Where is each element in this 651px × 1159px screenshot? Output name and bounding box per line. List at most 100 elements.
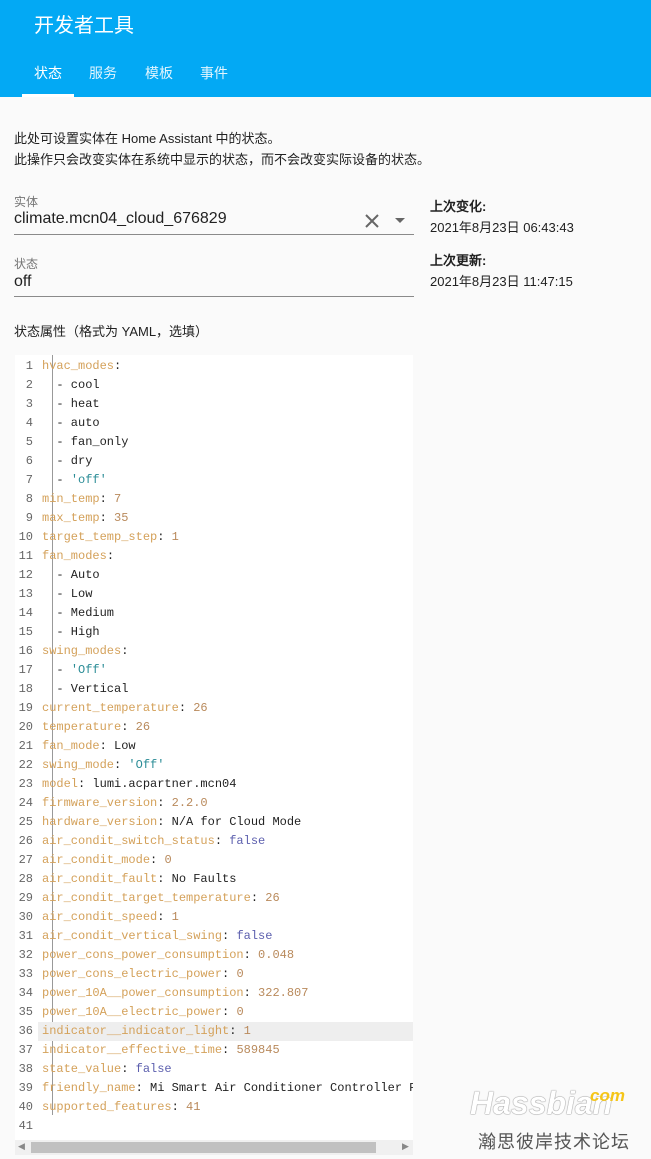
code-line[interactable]: 38 state_value: false <box>15 1060 413 1079</box>
code-line[interactable]: 10 target_temp_step: 1 <box>15 528 413 547</box>
yaml-text: - <box>42 663 71 677</box>
yaml-key: supported_features <box>42 1100 172 1114</box>
code-line[interactable]: 24 firmware_version: 2.2.0 <box>15 794 413 813</box>
code-line[interactable]: 30 air_condit_speed: 1 <box>15 908 413 927</box>
close-icon[interactable] <box>364 213 380 229</box>
code-line[interactable]: 12 - Auto <box>15 566 413 585</box>
yaml-text: - High <box>42 625 100 639</box>
entity-underline <box>14 234 414 235</box>
code-line[interactable]: 13 - Low <box>15 585 413 604</box>
yaml-text: : <box>121 720 136 734</box>
code-line[interactable]: 37 indicator__effective_time: 589845 <box>15 1041 413 1060</box>
code-line[interactable]: 33 power_cons_electric_power: 0 <box>15 965 413 984</box>
code-line[interactable]: 35 power_10A__electric_power: 0 <box>15 1003 413 1022</box>
yaml-text: : N/A for Cloud Mode <box>157 815 302 829</box>
code-line[interactable]: 18 - Vertical <box>15 680 413 699</box>
yaml-boolean: false <box>236 929 273 943</box>
code-line[interactable]: 4 - auto <box>15 414 413 433</box>
code-line[interactable]: 17 - 'Off' <box>15 661 413 680</box>
tab-state[interactable]: 状态 <box>34 63 62 83</box>
code-line[interactable]: 8 min_temp: 7 <box>15 490 413 509</box>
yaml-text: : <box>222 1043 237 1057</box>
yaml-text: : Mi Smart Air Conditioner Controller Pr <box>135 1081 413 1095</box>
tab-services[interactable]: 服务 <box>89 63 117 83</box>
code-line[interactable]: 7 - 'off' <box>15 471 413 490</box>
yaml-text: - auto <box>42 416 100 430</box>
line-number: 18 <box>18 682 33 696</box>
code-line[interactable]: 22 swing_mode: 'Off' <box>15 756 413 775</box>
yaml-number: 7 <box>114 492 122 506</box>
last-updated-value: 2021年8月23日 11:47:15 <box>430 274 573 289</box>
code-line[interactable]: 3 - heat <box>15 395 413 414</box>
code-line[interactable]: 2 - cool <box>15 376 413 395</box>
tab-events[interactable]: 事件 <box>200 63 228 83</box>
line-content: power_cons_electric_power: 0 <box>42 965 244 984</box>
yaml-key: swing_mode <box>42 758 115 772</box>
line-content: - Auto <box>42 566 99 585</box>
code-line[interactable]: 1 hvac_modes: <box>15 357 413 376</box>
code-line[interactable]: 14 - Medium <box>15 604 413 623</box>
last-changed-value: 2021年8月23日 06:43:43 <box>430 220 574 235</box>
code-line[interactable]: 36 indicator__indicator_light: 1 <box>15 1022 413 1041</box>
code-line[interactable]: 15 - High <box>15 623 413 642</box>
watermark-suffix: com <box>590 1086 625 1105</box>
line-content: air_condit_fault: No Faults <box>42 870 236 889</box>
yaml-text: : <box>222 929 237 943</box>
code-line[interactable]: 6 - dry <box>15 452 413 471</box>
scrollbar-thumb[interactable] <box>31 1142 376 1153</box>
code-line[interactable]: 31 air_condit_vertical_swing: false <box>15 927 413 946</box>
line-content: fan_mode: Low <box>42 737 136 756</box>
scroll-left-arrow-icon[interactable]: ◀ <box>18 1141 25 1152</box>
yaml-text: : <box>99 492 115 506</box>
line-number: 15 <box>18 625 33 639</box>
yaml-number: 1 <box>171 910 179 924</box>
yaml-text: : <box>157 530 172 544</box>
line-number: 39 <box>18 1081 33 1095</box>
code-line[interactable]: 41 <box>15 1117 413 1136</box>
yaml-key: fan_mode <box>42 739 100 753</box>
line-number: 9 <box>25 511 33 525</box>
code-line[interactable]: 11 fan_modes: <box>15 547 413 566</box>
code-line[interactable]: 32 power_cons_power_consumption: 0.048 <box>15 946 413 965</box>
caret-down-icon[interactable] <box>395 218 405 224</box>
code-line[interactable]: 21 fan_mode: Low <box>15 737 413 756</box>
code-line[interactable]: 34 power_10A__power_consumption: 322.807 <box>15 984 413 1003</box>
yaml-number: 0 <box>164 853 172 867</box>
yaml-key: air_condit_target_temperature <box>42 891 251 905</box>
yaml-number: 0 <box>236 967 244 981</box>
code-line[interactable]: 27 air_condit_mode: 0 <box>15 851 413 870</box>
line-number: 24 <box>18 796 33 810</box>
code-line[interactable]: 39 friendly_name: Mi Smart Air Conditione… <box>15 1079 413 1098</box>
line-content: - auto <box>42 414 100 433</box>
yaml-editor[interactable]: 1 hvac_modes: 2 - cool 3 - heat 4 - auto 5 - … <box>15 355 413 1140</box>
code-line[interactable]: 23 model: lumi.acpartner.mcn04 <box>15 775 413 794</box>
tab-template[interactable]: 模板 <box>145 63 173 83</box>
entity-input[interactable]: climate.mcn04_cloud_676829 <box>14 210 354 228</box>
code-line[interactable]: 5 - fan_only <box>15 433 413 452</box>
code-line[interactable]: 40 supported_features: 41 <box>15 1098 413 1117</box>
line-content: - dry <box>42 452 92 471</box>
code-line[interactable]: 20 temperature: 26 <box>15 718 413 737</box>
line-number: 17 <box>18 663 33 677</box>
entity-label: 实体 <box>14 195 39 209</box>
state-input[interactable]: off <box>14 273 414 291</box>
code-line[interactable]: 29 air_condit_target_temperature: 26 <box>15 889 413 908</box>
line-content: - High <box>42 623 100 642</box>
line-content: supported_features: 41 <box>42 1098 200 1117</box>
code-line[interactable]: 26 air_condit_switch_status: false <box>15 832 413 851</box>
yaml-text: : <box>121 1062 136 1076</box>
line-number: 41 <box>18 1119 33 1133</box>
code-line[interactable]: 9 max_temp: 35 <box>15 509 413 528</box>
description-line-1: 此处可设置实体在 Home Assistant 中的状态。 <box>14 131 281 146</box>
yaml-number: 35 <box>114 511 129 525</box>
code-line[interactable]: 28 air_condit_fault: No Faults <box>15 870 413 889</box>
horizontal-scrollbar[interactable]: ◀ ▶ <box>15 1140 413 1155</box>
line-content: - Low <box>42 585 92 604</box>
scroll-right-arrow-icon[interactable]: ▶ <box>402 1141 409 1152</box>
code-line[interactable]: 16 swing_modes: <box>15 642 413 661</box>
line-content: - Medium <box>42 604 114 623</box>
code-line[interactable]: 25 hardware_version: N/A for Cloud Mode <box>15 813 413 832</box>
code-line[interactable]: 19 current_temperature: 26 <box>15 699 413 718</box>
line-content: power_cons_power_consumption: 0.048 <box>42 946 294 965</box>
line-content: - heat <box>42 395 99 414</box>
